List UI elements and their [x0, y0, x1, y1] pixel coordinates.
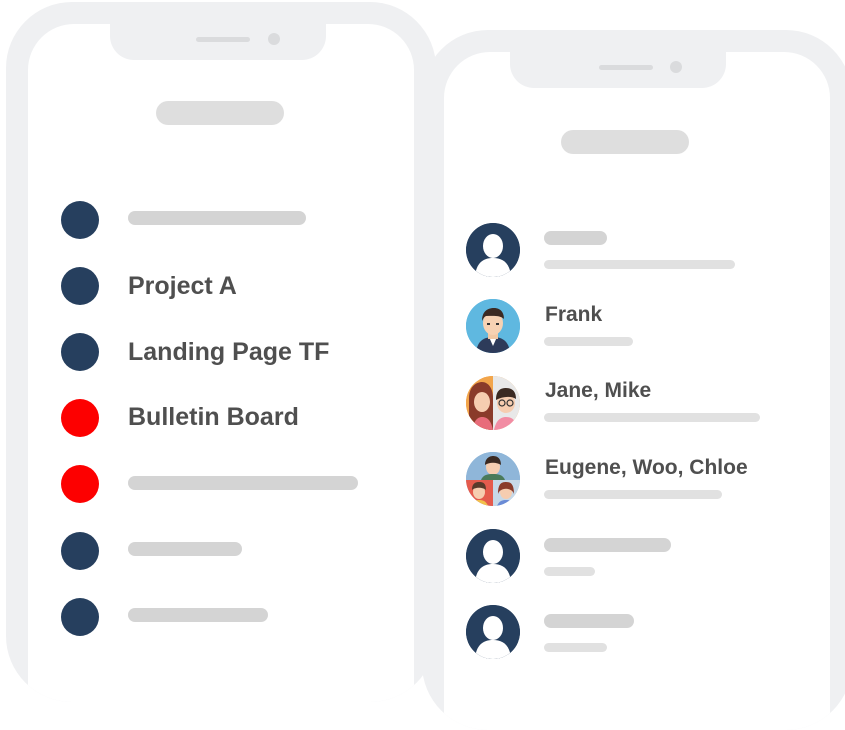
status-dot-icon — [61, 333, 99, 371]
group-avatar-three-icon — [466, 452, 520, 506]
contact-name: Eugene, Woo, Chloe — [545, 456, 748, 479]
message-placeholder — [544, 490, 722, 499]
label-placeholder — [128, 476, 358, 490]
status-dot-icon — [61, 465, 99, 503]
contact-name: Frank — [545, 303, 603, 326]
message-placeholder — [544, 260, 735, 269]
left-phone: Project A Landing Page TF Bulletin Board — [6, 2, 436, 702]
message-placeholder — [544, 567, 595, 576]
frank-avatar-icon — [466, 299, 520, 353]
screen-title-placeholder — [156, 101, 284, 125]
default-user-icon — [466, 529, 520, 583]
status-dot-icon — [61, 399, 99, 437]
status-dot-icon — [61, 201, 99, 239]
message-placeholder — [544, 413, 760, 422]
group-avatar-two-icon — [466, 376, 520, 430]
message-placeholder — [544, 643, 607, 652]
camera-icon — [268, 33, 280, 45]
default-user-icon — [466, 605, 520, 659]
name-placeholder — [544, 231, 607, 245]
project-label: Project A — [128, 272, 237, 300]
status-dot-icon — [61, 532, 99, 570]
right-phone-notch — [510, 30, 726, 88]
name-placeholder — [544, 538, 671, 552]
label-placeholder — [128, 542, 242, 556]
screen-title-placeholder — [561, 130, 689, 154]
message-placeholder — [544, 337, 633, 346]
status-dot-icon — [61, 267, 99, 305]
left-phone-notch — [110, 2, 326, 60]
contact-name: Jane, Mike — [545, 379, 652, 402]
label-placeholder — [128, 608, 268, 622]
default-user-icon — [466, 223, 520, 277]
speaker-icon — [599, 65, 653, 70]
project-label: Bulletin Board — [128, 403, 299, 431]
camera-icon — [670, 61, 682, 73]
right-phone: Frank Jane, Mike Eugene, Woo, Chloe — [422, 30, 845, 730]
speaker-icon — [196, 37, 250, 42]
project-label: Landing Page TF — [128, 338, 330, 366]
name-placeholder — [544, 614, 634, 628]
label-placeholder — [128, 211, 306, 225]
status-dot-icon — [61, 598, 99, 636]
